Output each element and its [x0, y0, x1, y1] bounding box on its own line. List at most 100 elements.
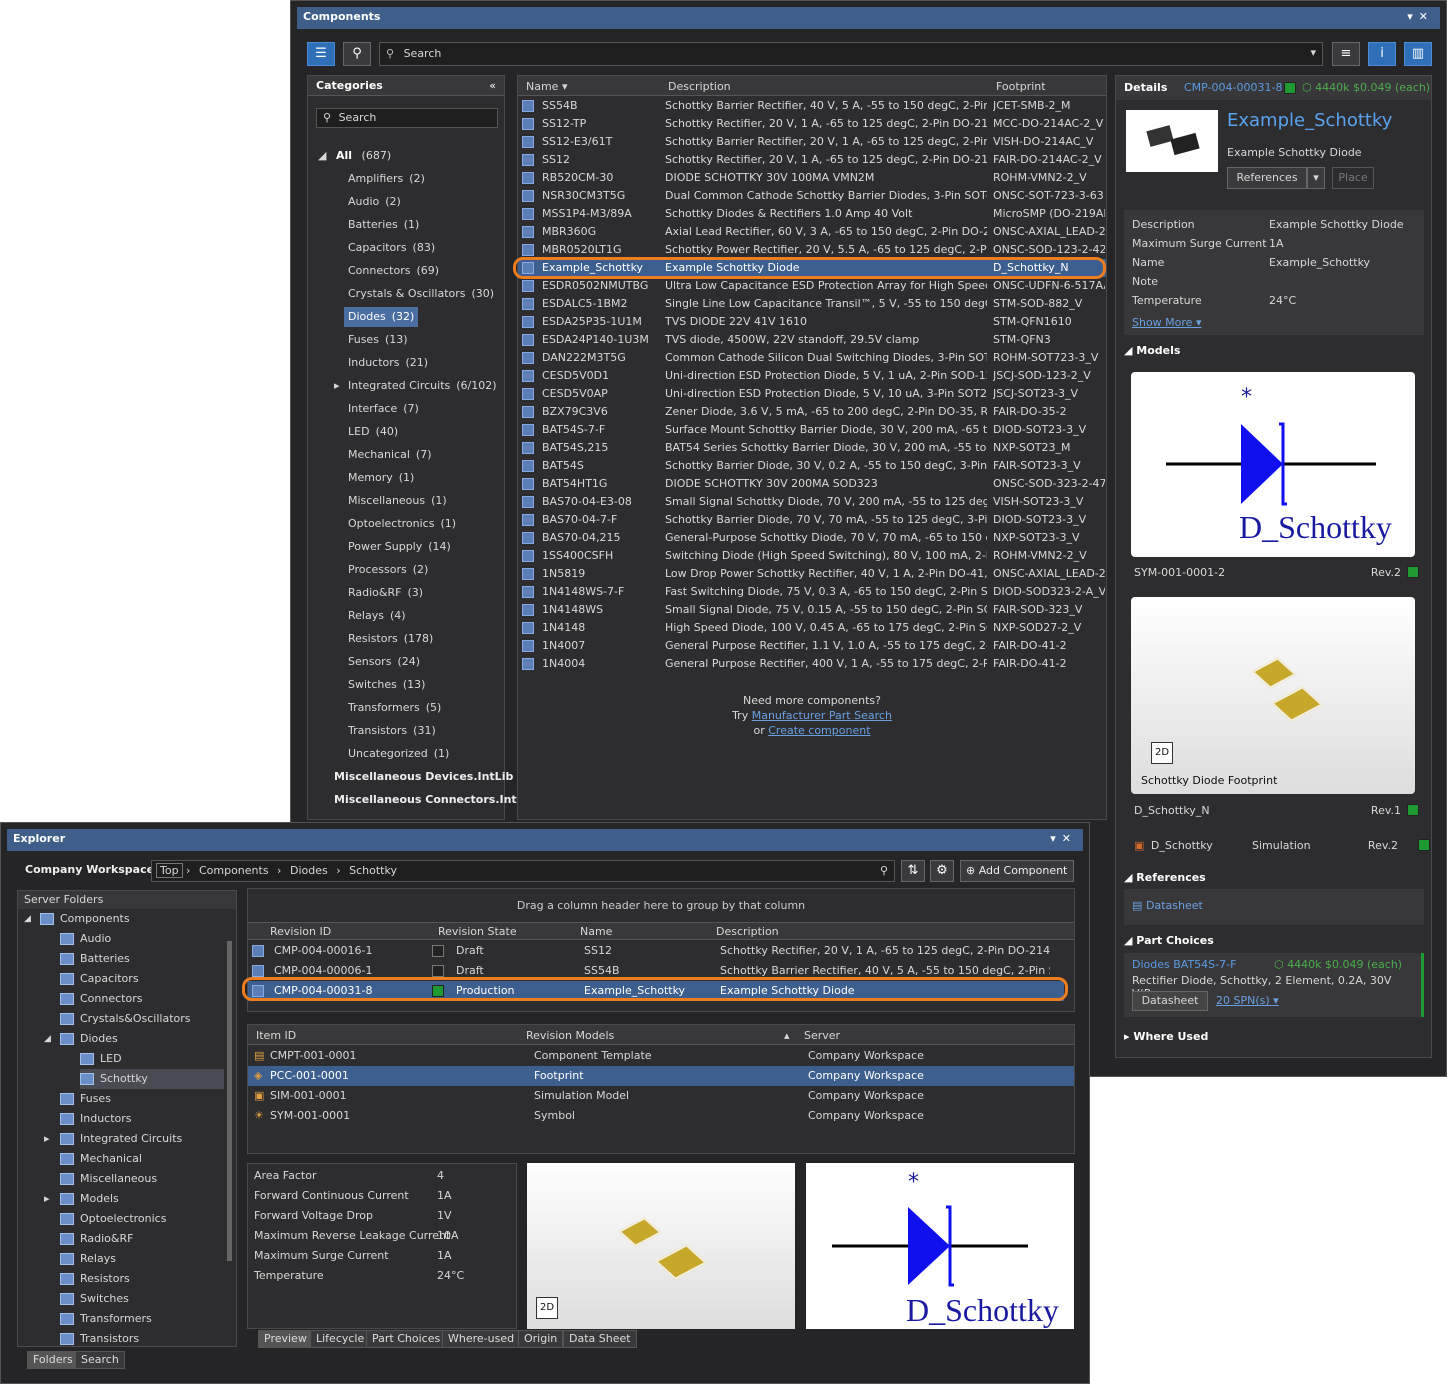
table-row[interactable]: ESDR0502NMUTBG Ultra Low Capacitance ESD …: [518, 277, 1106, 295]
breadcrumb-schottky[interactable]: Schottky: [349, 864, 397, 877]
col-revision-state[interactable]: Revision State: [438, 925, 517, 938]
references-section[interactable]: ◢ References: [1124, 871, 1206, 884]
tree-folder[interactable]: Capacitors: [60, 969, 139, 989]
table-row[interactable]: BAS70-04-7-F Schottky Barrier Diode, 70 V…: [518, 511, 1106, 529]
category-item[interactable]: Crystals & Oscillators (30): [348, 284, 494, 304]
category-item[interactable]: Power Supply (14): [348, 537, 451, 557]
tree-folder[interactable]: Transformers: [60, 1309, 152, 1329]
show-more-link[interactable]: Show More ▾: [1132, 316, 1201, 329]
category-item[interactable]: Diodes (32): [344, 307, 419, 327]
list-view-button[interactable]: ☰: [307, 42, 335, 66]
tree-folder[interactable]: Switches: [60, 1289, 129, 1309]
table-row[interactable]: DAN222M3T5G Common Cathode Silicon Dual S…: [518, 349, 1106, 367]
refresh-button[interactable]: ⇅: [901, 860, 925, 882]
components-search-input[interactable]: ⚲ Search ▾: [379, 42, 1323, 66]
col-name[interactable]: Name: [580, 925, 612, 938]
table-row[interactable]: SS12-E3/61T Schottky Barrier Rectifier, 2…: [518, 133, 1106, 151]
breadcrumb-components[interactable]: Components: [199, 864, 269, 877]
close-icon[interactable]: ✕: [1419, 10, 1434, 23]
table-row[interactable]: ESDA25P35-1U1M TVS DIODE 22V 41V 1610 STM-…: [518, 313, 1106, 331]
tree-folder[interactable]: Batteries: [60, 949, 130, 969]
collapse-icon[interactable]: «: [489, 79, 496, 92]
col-footprint[interactable]: Footprint: [996, 80, 1046, 93]
table-row[interactable]: SS54B Schottky Barrier Rectifier, 40 V, 5…: [518, 97, 1106, 115]
revision-row[interactable]: CMP-004-00016-1 Draft SS12 Schottky Rectifi…: [248, 941, 1064, 961]
expand-arrow-icon[interactable]: ▸: [334, 376, 340, 396]
manufacturer-part-search-link[interactable]: Manufacturer Part Search: [752, 709, 892, 722]
tree-folder[interactable]: Transistors: [60, 1329, 139, 1349]
close-icon[interactable]: ✕: [1062, 832, 1077, 845]
table-row[interactable]: BAT54S-7-F Surface Mount Schottky Barrier…: [518, 421, 1106, 439]
table-row[interactable]: 1N4148WS-7-F Fast Switching Diode, 75 V, …: [518, 583, 1106, 601]
tree-folder[interactable]: Radio&RF: [60, 1229, 133, 1249]
tab-where-used[interactable]: Where-used: [442, 1330, 521, 1348]
workspace-selector[interactable]: Company Workspace ▾: [25, 863, 163, 876]
tree-folder[interactable]: Schottky: [80, 1069, 224, 1089]
table-row[interactable]: SS12 Schottky Rectifier, 20 V, 1 A, -65 t…: [518, 151, 1106, 169]
dropdown-icon[interactable]: ▾: [1407, 10, 1419, 23]
menu-button[interactable]: ≡: [1332, 42, 1360, 66]
category-item[interactable]: Batteries (1): [348, 215, 419, 235]
create-component-link[interactable]: Create component: [768, 724, 870, 737]
col-description[interactable]: Description: [716, 925, 779, 938]
tree-folder[interactable]: Resistors: [60, 1269, 130, 1289]
tree-folder[interactable]: LED: [80, 1049, 122, 1069]
col-server[interactable]: Server: [804, 1029, 840, 1042]
details-pane-button[interactable]: ▥: [1404, 42, 1432, 66]
tab-origin[interactable]: Origin: [518, 1330, 564, 1348]
category-item[interactable]: ▸ Integrated Circuits (6/102): [334, 376, 497, 396]
tree-folder[interactable]: Connectors: [60, 989, 142, 1009]
table-row[interactable]: 1N4148WS Small Signal Diode, 75 V, 0.15 A…: [518, 601, 1106, 619]
tree-folder[interactable]: ◢ Diodes: [44, 1029, 118, 1049]
tree-folder[interactable]: Miscellaneous: [60, 1169, 157, 1189]
category-item[interactable]: Optoelectronics (1): [348, 514, 456, 534]
table-row[interactable]: RB520CM-30 DIODE SCHOTTKY 30V 100MA VMN2M…: [518, 169, 1106, 187]
2d-badge[interactable]: 2D: [536, 1297, 558, 1319]
table-row[interactable]: 1N4004 General Purpose Rectifier, 400 V, …: [518, 655, 1106, 673]
collapse-arrow-icon[interactable]: ◢: [318, 149, 326, 162]
tab-lifecycle[interactable]: Lifecycle: [310, 1330, 371, 1348]
tree-folder[interactable]: Fuses: [60, 1089, 111, 1109]
part-choices-section[interactable]: ◢ Part Choices: [1124, 934, 1214, 947]
references-dropdown[interactable]: ▾: [1307, 167, 1325, 189]
col-revision-models[interactable]: Revision Models: [526, 1029, 614, 1042]
table-row[interactable]: BAT54S Schottky Barrier Diode, 30 V, 0.2 …: [518, 457, 1106, 475]
models-header[interactable]: ◢ Models: [1124, 344, 1180, 357]
breadcrumb-top[interactable]: Top: [156, 863, 183, 878]
category-item[interactable]: Processors (2): [348, 560, 428, 580]
table-row[interactable]: NSR30CM3T5G Dual Common Cathode Schottky …: [518, 187, 1106, 205]
datasheet-link[interactable]: Datasheet: [1146, 899, 1203, 912]
table-row[interactable]: 1SS400CSFH Switching Diode (High Speed Sw…: [518, 547, 1106, 565]
library-misc-devices[interactable]: Miscellaneous Devices.IntLib: [334, 767, 513, 787]
category-item[interactable]: Interface (7): [348, 399, 419, 419]
tree-folder[interactable]: Inductors: [60, 1109, 132, 1129]
category-item[interactable]: Audio (2): [348, 192, 401, 212]
col-description[interactable]: Description: [668, 80, 731, 93]
tree-folder[interactable]: Relays: [60, 1249, 116, 1269]
category-item[interactable]: Resistors (178): [348, 629, 433, 649]
table-row[interactable]: CESD5V0AP Uni-direction ESD Protection Di…: [518, 385, 1106, 403]
category-item[interactable]: Transistors (31): [348, 721, 436, 741]
category-item[interactable]: Sensors (24): [348, 652, 420, 672]
tab-preview[interactable]: Preview: [258, 1330, 313, 1348]
table-row[interactable]: 1N5819 Low Drop Power Schottky Rectifier,…: [518, 565, 1106, 583]
table-row[interactable]: BAS70-04,215 General-Purpose Schottky Dio…: [518, 529, 1106, 547]
item-row[interactable]: ▤ CMPT-001-0001 Component Template Company …: [248, 1046, 1074, 1066]
category-item[interactable]: Inductors (21): [348, 353, 428, 373]
dropdown-icon[interactable]: ▾: [1050, 832, 1062, 845]
table-row[interactable]: MBR360G Axial Lead Rectifier, 60 V, 3 A, …: [518, 223, 1106, 241]
table-row[interactable]: 1N4007 General Purpose Rectifier, 1.1 V, …: [518, 637, 1106, 655]
info-button[interactable]: i: [1368, 42, 1396, 66]
search-icon[interactable]: ⚲: [880, 864, 888, 877]
settings-gear-button[interactable]: ⚙: [930, 860, 954, 882]
references-button[interactable]: References: [1227, 167, 1307, 189]
category-item[interactable]: Memory (1): [348, 468, 414, 488]
categories-search-input[interactable]: ⚲ Search: [316, 108, 498, 128]
tree-folder[interactable]: ▸ Integrated Circuits: [44, 1129, 182, 1149]
table-row[interactable]: ESDALC5-1BM2 Single Line Low Capacitance …: [518, 295, 1106, 313]
place-button[interactable]: Place: [1332, 167, 1374, 189]
tab-search[interactable]: Search: [75, 1351, 125, 1369]
tree-folder[interactable]: Crystals&Oscillators: [60, 1009, 191, 1029]
category-item[interactable]: LED (40): [348, 422, 398, 442]
col-item-id[interactable]: Item ID: [256, 1029, 296, 1042]
